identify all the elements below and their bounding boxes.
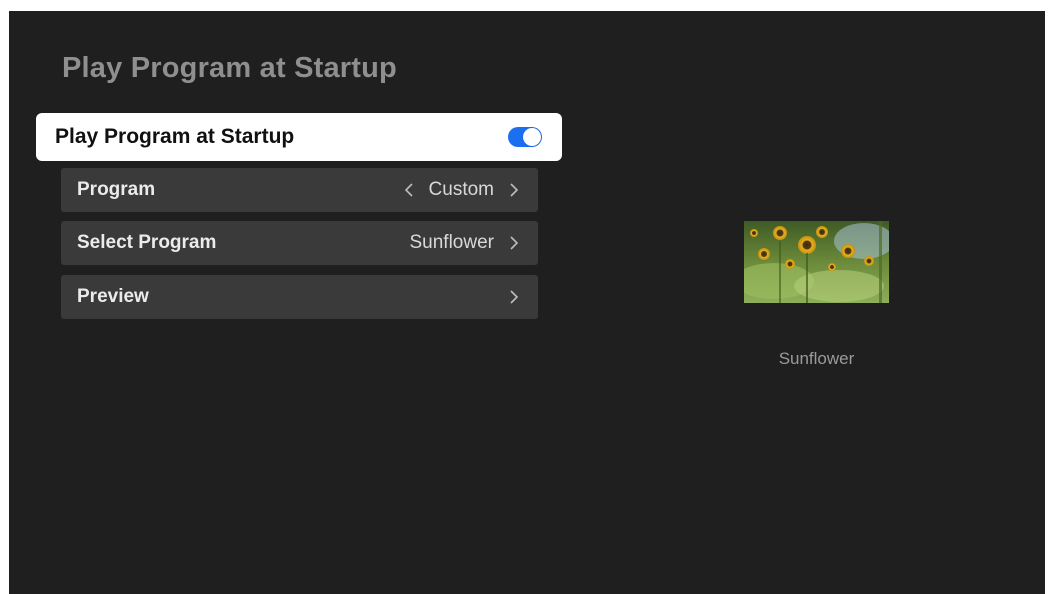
chevron-right-icon	[504, 287, 522, 307]
chevron-right-icon[interactable]	[504, 180, 522, 200]
select-program-value-wrap: Sunflower	[400, 232, 523, 254]
thumbnail-caption: Sunflower	[778, 349, 855, 368]
play-at-startup-toggle-row[interactable]: Play Program at Startup	[36, 113, 562, 161]
select-program-row[interactable]: Select Program Sunflower	[61, 221, 538, 265]
program-thumbnail	[744, 221, 889, 303]
program-selector[interactable]: Custom	[401, 179, 522, 201]
program-label: Program	[77, 179, 156, 200]
preview-label: Preview	[77, 286, 149, 307]
play-at-startup-toggle[interactable]	[508, 127, 542, 147]
select-program-label: Select Program	[77, 232, 217, 253]
tv-screen: Play Program at Startup Play Program at …	[9, 11, 1045, 594]
program-value: Custom	[428, 179, 494, 200]
toggle-knob	[523, 128, 541, 146]
program-row[interactable]: Program Custom	[61, 168, 538, 212]
chevron-left-icon[interactable]	[401, 180, 419, 200]
play-at-startup-label: Play Program at Startup	[55, 125, 295, 148]
preview-chevron-wrap	[504, 287, 522, 307]
select-program-value: Sunflower	[409, 232, 495, 253]
page-title: Play Program at Startup	[62, 52, 397, 84]
preview-row[interactable]: Preview	[61, 275, 538, 319]
chevron-right-icon	[504, 233, 522, 253]
